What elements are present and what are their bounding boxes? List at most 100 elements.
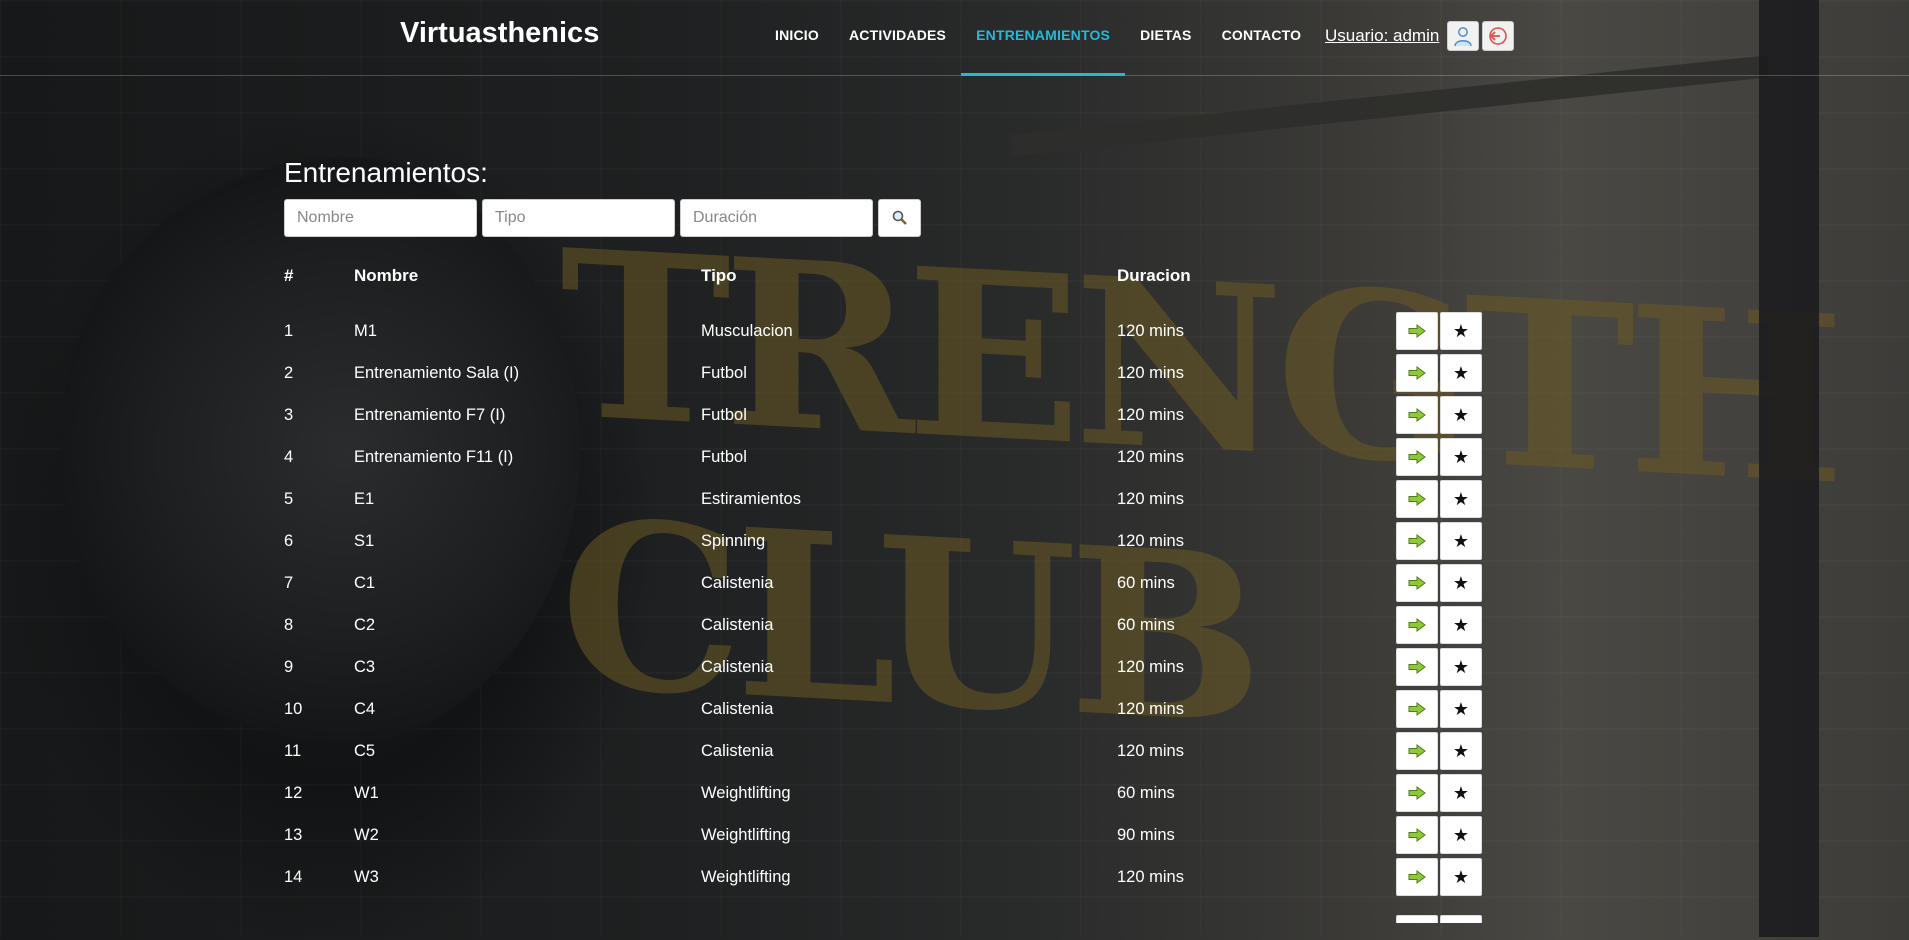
cell-nombre: W1: [354, 783, 379, 802]
green-arrow-right-icon: [1408, 324, 1426, 338]
table-row: 12 W1 Weightlifting 60 mins ★: [284, 772, 1486, 814]
table-row: 8 C2 Calistenia 60 mins ★: [284, 604, 1486, 646]
cell-actions: ★: [1396, 856, 1486, 898]
cell-duracion: 120 mins: [1117, 405, 1184, 424]
cell-nombre: E1: [354, 489, 375, 508]
cell-tipo: Calistenia: [701, 615, 774, 634]
cell-duracion: 120 mins: [1117, 741, 1184, 760]
cell-num: 3: [284, 405, 294, 424]
row-actions: ★: [1396, 438, 1486, 476]
cell-actions: ★: [1396, 898, 1486, 940]
table-row: ★: [284, 898, 1486, 940]
star-icon: ★: [1452, 446, 1470, 467]
cell-tipo: Futbol: [701, 447, 747, 466]
star-icon: ★: [1452, 362, 1470, 383]
user-profile-icon: [1454, 27, 1473, 47]
green-arrow-right-icon: [1408, 702, 1426, 716]
cell-actions: ★: [1396, 646, 1486, 688]
favorite-button[interactable]: ★: [1440, 774, 1482, 812]
open-training-button[interactable]: [1396, 606, 1438, 644]
green-arrow-right-icon: [1408, 660, 1426, 674]
favorite-button[interactable]: ★: [1440, 480, 1482, 518]
favorite-button[interactable]: ★: [1440, 915, 1482, 923]
green-arrow-right-icon: [1408, 408, 1426, 422]
favorite-button[interactable]: ★: [1440, 858, 1482, 896]
nav-item-entrenamientos[interactable]: ENTRENAMIENTOS: [961, 0, 1126, 76]
favorite-button[interactable]: ★: [1440, 354, 1482, 392]
star-icon: ★: [1452, 320, 1470, 341]
open-training-button[interactable]: [1396, 522, 1438, 560]
nav-item-inicio[interactable]: INICIO: [760, 0, 834, 75]
cell-actions: ★: [1396, 310, 1486, 352]
star-icon: ★: [1452, 740, 1470, 761]
green-arrow-right-icon: [1408, 786, 1426, 800]
open-training-button[interactable]: [1396, 648, 1438, 686]
duracion-filter-input[interactable]: [680, 199, 873, 237]
cell-actions: ★: [1396, 520, 1486, 562]
open-training-button[interactable]: [1396, 312, 1438, 350]
cell-num: 1: [284, 321, 294, 340]
cell-actions: ★: [1396, 772, 1486, 814]
open-training-button[interactable]: [1396, 396, 1438, 434]
favorite-button[interactable]: ★: [1440, 522, 1482, 560]
open-training-button[interactable]: [1396, 438, 1438, 476]
cell-duracion: 120 mins: [1117, 447, 1184, 466]
table-header-row: # Nombre Tipo Duracion: [284, 254, 1486, 310]
cell-num: 10: [284, 699, 303, 718]
open-training-button[interactable]: [1396, 774, 1438, 812]
favorite-button[interactable]: ★: [1440, 312, 1482, 350]
favorite-button[interactable]: ★: [1440, 648, 1482, 686]
cell-actions: ★: [1396, 478, 1486, 520]
brand-logo[interactable]: Virtuasthenics: [400, 17, 599, 50]
open-training-button[interactable]: [1396, 354, 1438, 392]
favorite-button[interactable]: ★: [1440, 564, 1482, 602]
row-actions: ★: [1396, 648, 1486, 686]
nav-item-contacto[interactable]: CONTACTO: [1207, 0, 1317, 75]
favorite-button[interactable]: ★: [1440, 606, 1482, 644]
search-button[interactable]: [878, 199, 921, 237]
header-num: #: [284, 266, 294, 285]
cell-num: 2: [284, 363, 294, 382]
nav-item-actividades[interactable]: ACTIVIDADES: [834, 0, 961, 75]
row-actions: ★: [1396, 606, 1486, 644]
favorite-button[interactable]: ★: [1440, 396, 1482, 434]
cell-actions: ★: [1396, 730, 1486, 772]
cell-duracion: 60 mins: [1117, 783, 1175, 802]
open-training-button[interactable]: [1396, 858, 1438, 896]
green-arrow-right-icon: [1408, 366, 1426, 380]
star-icon: ★: [1452, 488, 1470, 509]
row-actions: ★: [1396, 732, 1486, 770]
table-row: 14 W3 Weightlifting 120 mins ★: [284, 856, 1486, 898]
page-title: Entrenamientos:: [284, 157, 488, 188]
favorite-button[interactable]: ★: [1440, 438, 1482, 476]
open-training-button[interactable]: [1396, 480, 1438, 518]
user-profile-button[interactable]: [1447, 21, 1480, 51]
cell-nombre: M1: [354, 321, 377, 340]
open-training-button[interactable]: [1396, 564, 1438, 602]
nombre-filter-input[interactable]: [284, 199, 477, 237]
favorite-button[interactable]: ★: [1440, 690, 1482, 728]
background-rack: [1759, 0, 1819, 937]
cell-actions: ★: [1396, 814, 1486, 856]
favorite-button[interactable]: ★: [1440, 816, 1482, 854]
star-icon: ★: [1452, 698, 1470, 719]
row-actions: ★: [1396, 774, 1486, 812]
favorite-button[interactable]: ★: [1440, 732, 1482, 770]
open-training-button[interactable]: [1396, 732, 1438, 770]
cell-nombre: W3: [354, 867, 379, 886]
filter-bar: [284, 199, 921, 237]
nav-item-dietas[interactable]: DIETAS: [1125, 0, 1207, 75]
top-navbar: Virtuasthenics INICIO ACTIVIDADES ENTRENAM…: [0, 0, 1909, 76]
row-actions: ★: [1396, 312, 1486, 350]
cell-num: 14: [284, 867, 303, 886]
open-training-button[interactable]: [1396, 915, 1438, 923]
green-arrow-right-icon: [1408, 492, 1426, 506]
user-link[interactable]: Usuario: admin: [1325, 26, 1439, 46]
tipo-filter-input[interactable]: [482, 199, 675, 237]
cell-nombre: C4: [354, 699, 376, 718]
open-training-button[interactable]: [1396, 690, 1438, 728]
logout-button[interactable]: [1482, 21, 1515, 51]
open-training-button[interactable]: [1396, 816, 1438, 854]
cell-actions: ★: [1396, 562, 1486, 604]
logout-icon: [1489, 27, 1508, 45]
